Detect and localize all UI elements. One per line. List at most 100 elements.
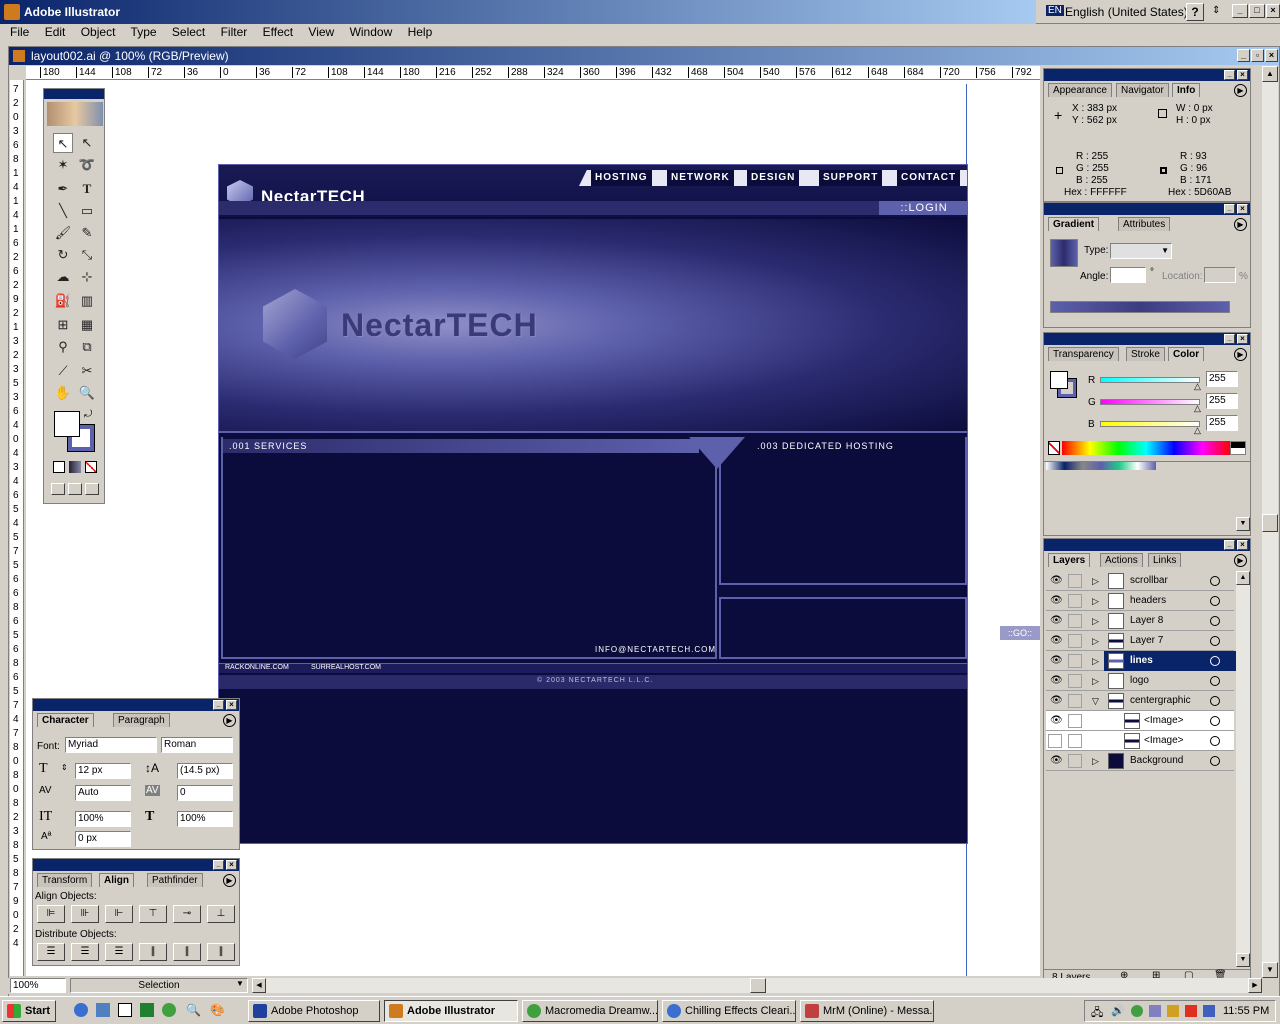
character-panel-menu-icon[interactable]: ▶ [223, 714, 236, 727]
color-mode-button[interactable] [53, 461, 65, 473]
rectangle-tool-icon[interactable]: ▭ [77, 201, 97, 221]
eye-icon[interactable]: 👁 [1050, 675, 1063, 687]
link-rackonline[interactable]: RACKONLINE.COM [225, 664, 289, 671]
expand-triangle-icon[interactable]: ▷ [1092, 651, 1099, 671]
slider-thumb-icon[interactable]: △ [1194, 381, 1201, 392]
font-style-select[interactable]: Roman [161, 737, 233, 753]
graph-tool-icon[interactable]: ▥ [77, 291, 97, 311]
target-circle-icon[interactable] [1210, 616, 1220, 626]
hscroll-left-arrow[interactable]: ◀ [252, 978, 266, 993]
magic-wand-tool-icon[interactable]: ✶ [53, 155, 73, 175]
tab-info[interactable]: Info [1172, 83, 1201, 97]
gradient-slider[interactable] [1050, 301, 1230, 313]
lock-toggle[interactable] [1068, 754, 1082, 768]
status-tool-select[interactable]: Selection [70, 978, 248, 993]
hscroll-thumb[interactable] [750, 978, 766, 993]
distribute-vcenter-button[interactable]: ☰ [71, 943, 99, 961]
tab-navigator[interactable]: Navigator [1116, 83, 1169, 97]
menu-window[interactable]: Window [350, 25, 393, 39]
align-top-button[interactable]: ⊤ [139, 905, 167, 923]
eye-icon[interactable]: 👁 [1050, 615, 1063, 627]
distribute-left-button[interactable]: ∥ [139, 943, 167, 961]
vertical-scale-input[interactable]: 100% [75, 811, 131, 827]
doc-close-button[interactable]: × [1265, 49, 1278, 62]
lock-toggle[interactable] [1068, 694, 1082, 708]
tab-character[interactable]: Character [37, 713, 94, 727]
distribute-bottom-button[interactable]: ☰ [105, 943, 133, 961]
target-circle-icon[interactable] [1210, 576, 1220, 586]
selection-tool-icon[interactable]: ↖ [53, 133, 73, 153]
nav-hosting[interactable]: HOSTING [591, 170, 652, 186]
lock-toggle[interactable] [1068, 674, 1082, 688]
gradient-type-select[interactable]: ▼ [1110, 243, 1172, 259]
layer-row-selected[interactable]: 👁 ▷ lines [1046, 651, 1236, 671]
layer-row[interactable]: 👁 ▷ Background [1046, 751, 1234, 771]
start-button[interactable]: Start [2, 1000, 56, 1022]
gradient-panel-close[interactable]: × [1237, 204, 1248, 214]
nav-design[interactable]: DESIGN [747, 170, 800, 186]
color-r-input[interactable]: 255 [1206, 371, 1238, 387]
tab-color[interactable]: Color [1168, 347, 1205, 361]
layers-scroll-up[interactable]: ▲ [1236, 571, 1250, 585]
layers-panel-menu-icon[interactable]: ▶ [1234, 554, 1247, 567]
tab-attributes[interactable]: Attributes [1118, 217, 1171, 231]
layer-row[interactable]: 👁 ▷ logo [1046, 671, 1234, 691]
tray-icon-7[interactable] [1203, 1005, 1215, 1017]
color-panel-menu-icon[interactable]: ▶ [1234, 348, 1247, 361]
zoom-tool-icon[interactable]: 🔍 [77, 383, 97, 403]
tab-pathfinder[interactable]: Pathfinder [147, 873, 203, 887]
swatches-strip[interactable] [1044, 461, 1250, 533]
character-panel-close[interactable]: × [226, 700, 237, 710]
info-panel-minimize[interactable]: _ [1224, 70, 1235, 80]
align-right-button[interactable]: ⊩ [105, 905, 133, 923]
screen-mode-full-menu[interactable] [68, 483, 82, 495]
scroll-thumb[interactable] [1262, 514, 1278, 532]
go-button[interactable]: ::GO:: [1000, 626, 1040, 640]
expand-triangle-icon[interactable]: ▷ [1092, 631, 1099, 651]
chevron-down-icon[interactable]: ▼ [236, 979, 244, 988]
pen-tool-icon[interactable]: ✒ [53, 179, 73, 199]
leading-input[interactable]: (14.5 px) [177, 763, 233, 779]
horizontal-scrollbar[interactable]: ◀ ▶ [252, 978, 1262, 993]
target-circle-icon[interactable] [1210, 656, 1220, 666]
nav-support[interactable]: SUPPORT [819, 170, 883, 186]
tray-icon-5[interactable] [1167, 1005, 1179, 1017]
zoom-select[interactable]: 100% [10, 978, 66, 993]
eyedropper-tool-icon[interactable]: ⚲ [53, 337, 73, 357]
tab-actions[interactable]: Actions [1100, 553, 1143, 567]
tray-icon-3[interactable] [1131, 1005, 1143, 1017]
doc-restore-button[interactable]: ▫ [1251, 49, 1264, 62]
slider-thumb-icon[interactable]: △ [1194, 425, 1201, 436]
screen-mode-normal[interactable] [51, 483, 65, 495]
menu-type[interactable]: Type [131, 25, 157, 39]
align-hcenter-button[interactable]: ⊪ [71, 905, 99, 923]
tray-volume-icon[interactable]: 🔊 [1111, 1004, 1125, 1017]
menu-filter[interactable]: Filter [221, 25, 248, 39]
tab-transparency[interactable]: Transparency [1048, 347, 1119, 361]
slice-tool-icon[interactable]: ⟋ [53, 361, 73, 381]
task-browser[interactable]: Chilling Effects Cleari... [662, 1000, 796, 1022]
nav-network[interactable]: NETWORK [667, 170, 734, 186]
color-fill-swatch[interactable] [1050, 371, 1068, 389]
maximize-button[interactable]: □ [1249, 4, 1265, 18]
tab-transform[interactable]: Transform [37, 873, 93, 887]
kerning-input[interactable]: Auto [75, 785, 131, 801]
gradient-panel-minimize[interactable]: _ [1224, 204, 1235, 214]
type-tool-icon[interactable]: T [77, 179, 97, 199]
layers-scroll-down[interactable]: ▼ [1236, 953, 1250, 967]
menu-help[interactable]: Help [408, 25, 433, 39]
layer-row[interactable]: 👁 ▷ scrollbar [1046, 571, 1234, 591]
align-panel-minimize[interactable]: _ [213, 860, 224, 870]
target-circle-icon[interactable] [1210, 736, 1220, 746]
layer-row[interactable]: 👁 ▷ headers [1046, 591, 1234, 611]
color-g-slider[interactable] [1100, 399, 1200, 405]
sublayer-row[interactable]: 👁 <Image> [1046, 711, 1234, 731]
menu-select[interactable]: Select [172, 25, 205, 39]
lock-toggle[interactable] [1068, 714, 1082, 728]
swatch-row[interactable] [1046, 462, 1156, 470]
font-size-input[interactable]: 12 px [75, 763, 131, 779]
gradient-mode-button[interactable] [69, 461, 81, 473]
tray-zonealarm-icon[interactable] [1185, 1005, 1197, 1017]
search-icon[interactable]: 🔍 [186, 1003, 201, 1017]
layer-row[interactable]: 👁 ▷ Layer 8 [1046, 611, 1234, 631]
